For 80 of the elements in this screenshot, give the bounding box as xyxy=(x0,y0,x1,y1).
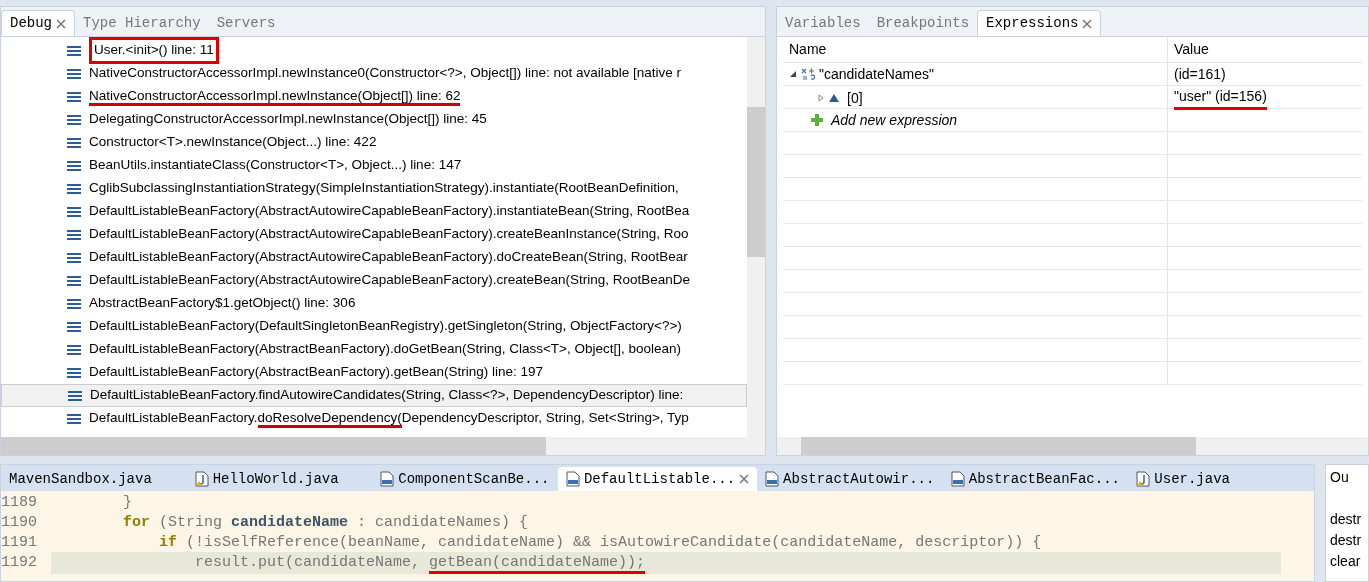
editor-tab[interactable]: AbstractAutowir... xyxy=(757,467,943,491)
view-tab[interactable]: Ou xyxy=(1326,465,1368,489)
stack-frame-icon xyxy=(67,297,81,310)
expression-value: (id=161) xyxy=(1174,64,1226,84)
stack-frame-icon xyxy=(67,274,81,287)
stack-frame[interactable]: DelegatingConstructorAccessorImpl.newInstance(Object[]) line: 45 xyxy=(89,109,487,130)
view-tab[interactable]: Debug xyxy=(1,10,75,36)
line-number: 1192 xyxy=(1,552,38,573)
view-tab[interactable]: Breakpoints xyxy=(868,10,978,36)
stack-frame[interactable]: DefaultListableBeanFactory(AbstractBeanFactory).doGetBean(String, Class<T>, Object[], boolean) xyxy=(89,339,682,360)
editor-tab[interactable]: MavenSandbox.java xyxy=(1,467,187,491)
editor-tab[interactable]: DefaultListable... xyxy=(557,467,758,491)
class-file-icon xyxy=(950,471,965,487)
stack-frame[interactable]: Constructor<T>.newInstance(Object...) line: 422 xyxy=(89,132,377,153)
stack-frame-icon xyxy=(67,67,81,80)
class-file-icon xyxy=(565,471,580,487)
stack-frame[interactable]: DefaultListableBeanFactory(AbstractAutowireCapableBeanFactory).createBeanInstance(String, Roo xyxy=(89,224,689,245)
stack-frame-icon xyxy=(67,251,81,264)
stack-frame[interactable]: NativeConstructorAccessorImpl.newInstance(Object[]) line: 62 xyxy=(89,86,461,107)
stack-frame-icon xyxy=(67,90,81,103)
class-file-icon xyxy=(765,471,780,487)
stack-frame-icon xyxy=(67,113,81,126)
element-name: [0] xyxy=(847,88,863,108)
line-number: 1190 xyxy=(1,512,38,533)
triangle-icon xyxy=(829,94,839,102)
outline-item[interactable]: destr xyxy=(1326,509,1368,530)
stack-frame[interactable]: DefaultListableBeanFactory(AbstractAutowireCapableBeanFactory).doCreateBean(String, RootBear xyxy=(89,247,688,268)
stack-frame[interactable]: BeanUtils.instantiateClass(Constructor<T>, Object...) line: 147 xyxy=(89,155,462,176)
code-line: for (String candidateName : candidateNames) { xyxy=(122,512,530,533)
stack-frame-icon xyxy=(67,366,81,379)
expand-arrow-icon[interactable] xyxy=(789,70,797,78)
column-header[interactable]: Value xyxy=(1167,37,1362,62)
code-line: } xyxy=(122,492,133,513)
view-tab[interactable]: Type Hierarchy xyxy=(75,10,209,36)
view-tab[interactable]: Variables xyxy=(777,10,869,36)
line-number: 1189 xyxy=(1,492,38,513)
editor-tab[interactable]: User.java xyxy=(1128,467,1314,491)
stack-frame[interactable]: DefaultListableBeanFactory(AbstractAutowireCapableBeanFactory).instantiateBean(String, RootBea xyxy=(89,201,690,222)
stack-frame-icon xyxy=(67,136,81,149)
stack-frame[interactable]: NativeConstructorAccessorImpl.newInstance0(Constructor<?>, Object[]) line: not available [native r xyxy=(89,63,682,84)
close-icon[interactable] xyxy=(56,18,66,29)
stack-frame[interactable]: DefaultListableBeanFactory(AbstractBeanFactory).getBean(String) line: 197 xyxy=(89,362,543,383)
outline-item[interactable]: destr xyxy=(1326,530,1368,551)
stack-frame[interactable]: DefaultListableBeanFactory(AbstractAutowireCapableBeanFactory).createBean(String, RootBeanDe xyxy=(89,270,691,291)
code-line: if (!isSelfReference(beanName, candidateName) && isAutowireCandidate(candidateName, descriptor)) { xyxy=(158,532,1043,553)
stack-frame-icon xyxy=(67,228,81,241)
close-icon[interactable] xyxy=(1082,18,1093,29)
class-file-icon xyxy=(380,471,395,487)
stack-frame-icon xyxy=(67,320,81,333)
stack-frame-icon xyxy=(67,182,81,195)
expression-icon xyxy=(801,67,815,81)
stack-frame[interactable]: User.<init>() line: 11 xyxy=(89,37,219,64)
editor-tab[interactable]: HelloWorld.java xyxy=(186,467,373,491)
java-file-icon xyxy=(1136,471,1151,487)
plus-icon[interactable] xyxy=(811,114,823,126)
stack-frame[interactable]: CglibSubclassingInstantiationStrategy(SimpleInstantiationStrategy).instantiate(RootBeanDefinition, xyxy=(89,178,679,199)
editor-tab[interactable]: AbstractBeanFac... xyxy=(942,467,1129,491)
expression-value: "user" (id=156) xyxy=(1174,86,1267,110)
line-number: 1191 xyxy=(1,532,38,553)
outline-item[interactable]: clear xyxy=(1326,551,1368,572)
vertical-scrollbar[interactable] xyxy=(747,37,765,437)
stack-frame-icon xyxy=(67,343,81,356)
stack-frame-icon xyxy=(67,205,81,218)
stack-frame[interactable]: DefaultListableBeanFactory.doResolveDependency(DependencyDescriptor, String, Set<String>, Typ xyxy=(89,408,689,429)
stack-frame[interactable]: DefaultListableBeanFactory(DefaultSingletonBeanRegistry).getSingleton(String, ObjectFactory<?>) xyxy=(89,316,682,337)
expression-name: "candidateNames" xyxy=(819,64,934,84)
close-icon[interactable] xyxy=(739,474,750,484)
stack-frame-icon xyxy=(68,389,82,402)
add-expression-link[interactable]: Add new expression xyxy=(831,109,958,131)
view-tab[interactable]: Servers xyxy=(208,10,284,36)
column-header[interactable]: Name xyxy=(783,39,1167,60)
stack-frame[interactable]: AbstractBeanFactory$1.getObject() line: 306 xyxy=(89,293,356,314)
view-tab[interactable]: Expressions xyxy=(977,10,1102,36)
horizontal-scrollbar[interactable] xyxy=(1,437,765,455)
editor-tab[interactable]: ComponentScanBe... xyxy=(372,467,558,491)
horizontal-scrollbar[interactable] xyxy=(777,437,1368,455)
java-file-icon xyxy=(194,471,209,487)
stack-frame-icon xyxy=(67,159,81,172)
stack-frame-icon xyxy=(67,412,81,425)
stack-frame-icon xyxy=(67,44,81,57)
